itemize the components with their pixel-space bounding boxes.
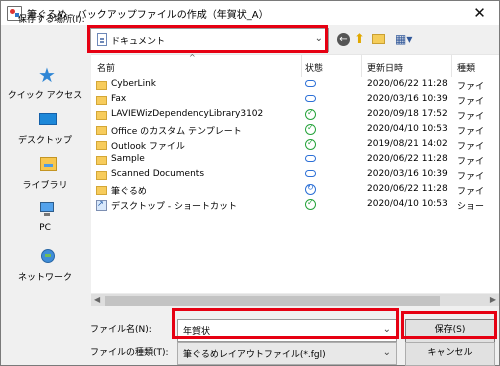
file-type-cell: ファイ <box>457 142 485 152</box>
scroll-left-icon[interactable]: ◀ <box>94 295 100 304</box>
file-name-cell: Office のカスタム テンプレート <box>111 127 242 137</box>
up-icon[interactable]: ⬆ <box>354 33 366 46</box>
file-name-cell: 筆ぐるめ <box>111 187 147 197</box>
sidebar-item-quick-access[interactable]: ★ クイック アクセス <box>1 63 89 104</box>
file-type-label: ファイルの種類(T): <box>90 348 169 358</box>
column-header-type[interactable]: 種類 <box>457 61 475 75</box>
pc-icon <box>38 201 60 219</box>
places-sidebar: ★ クイック アクセス デスクトップ ライブラリ PC ネットワーク <box>1 56 89 308</box>
file-name-cell: CyberLink <box>111 79 156 89</box>
network-icon <box>38 248 60 266</box>
file-name-cell: LAVIEWizDependencyLibrary3102 <box>111 109 264 119</box>
file-name-cell: Fax <box>111 94 127 104</box>
back-icon[interactable]: ← <box>337 33 350 46</box>
cloud-status-icon <box>305 170 316 177</box>
folder-icon <box>96 111 107 120</box>
file-list-view: ^ 名前 状態 更新日時 種類 CyberLink 2020/06/22 11:… <box>91 53 499 295</box>
sidebar-item-label: クイック アクセス <box>7 91 83 101</box>
file-name-cell: Scanned Documents <box>111 169 205 179</box>
modified-date-cell: 2020/03/16 10:39 <box>367 169 448 179</box>
cloud-status-icon <box>305 155 316 162</box>
sidebar-item-pc[interactable]: PC <box>1 201 89 239</box>
sidebar-item-library[interactable]: ライブラリ <box>1 156 89 194</box>
cancel-button[interactable]: キャンセル <box>405 342 495 366</box>
folder-icon <box>96 186 107 195</box>
modified-date-cell: 2020/04/10 10:53 <box>367 124 448 134</box>
close-button[interactable]: ✕ <box>460 1 499 25</box>
synced-status-icon <box>305 138 316 150</box>
column-header-status[interactable]: 状態 <box>305 61 323 75</box>
sidebar-item-label: ライブラリ <box>22 181 68 191</box>
cloud-status-icon <box>305 95 316 102</box>
shortcut-icon <box>96 199 107 211</box>
sort-ascending-icon: ^ <box>189 53 196 62</box>
table-row[interactable]: Fax 2020/03/16 10:39 ファイ <box>91 93 499 107</box>
cloud-status-icon <box>305 80 316 87</box>
file-type-cell: ファイ <box>457 112 485 122</box>
save-button-highlight-frame <box>401 311 497 339</box>
modified-date-cell: 2020/06/22 11:28 <box>367 154 448 164</box>
modified-date-cell: 2019/08/21 14:02 <box>367 139 448 149</box>
folder-icon <box>96 141 107 150</box>
file-type-cell: ファイ <box>457 97 485 107</box>
sidebar-item-label: ネットワーク <box>17 273 72 283</box>
sync-status-icon <box>305 183 316 195</box>
file-type-cell: ファイ <box>457 172 485 182</box>
modified-date-cell: 2020/06/22 11:28 <box>367 79 448 89</box>
file-name-cell: デスクトップ - ショートカット <box>111 202 237 212</box>
views-icon[interactable]: ▦▾ <box>395 32 417 47</box>
sidebar-item-label: PC <box>39 223 51 233</box>
library-icon <box>38 156 60 174</box>
chevron-down-icon[interactable]: ⌄ <box>383 347 391 358</box>
sidebar-item-network[interactable]: ネットワーク <box>1 248 89 286</box>
scroll-right-icon[interactable]: ▶ <box>490 295 496 304</box>
file-type-cell: ファイ <box>457 187 485 197</box>
column-divider[interactable] <box>361 55 362 77</box>
folder-icon <box>96 81 107 90</box>
scrollbar-thumb[interactable] <box>105 296 440 306</box>
file-name-cell: Sample <box>111 154 145 164</box>
file-type-cell: ショー <box>457 202 485 212</box>
synced-status-icon <box>305 123 316 135</box>
modified-date-cell: 2020/04/10 10:53 <box>367 199 448 209</box>
table-row[interactable]: 筆ぐるめ 2020/06/22 11:28 ファイ <box>91 183 499 197</box>
synced-status-icon <box>305 198 316 210</box>
synced-status-icon <box>305 108 316 120</box>
table-row[interactable]: デスクトップ - ショートカット 2020/04/10 10:53 ショー <box>91 198 499 212</box>
file-name-cell: Outlook ファイル <box>111 142 185 152</box>
table-row[interactable]: LAVIEWizDependencyLibrary3102 2020/09/18… <box>91 108 499 122</box>
folder-icon <box>96 126 107 135</box>
new-folder-icon[interactable] <box>372 34 385 44</box>
file-type-cell: ファイ <box>457 82 485 92</box>
modified-date-cell: 2020/06/22 11:28 <box>367 184 448 194</box>
folder-icon <box>96 156 107 165</box>
file-name-highlight-frame <box>172 308 399 339</box>
file-type-select[interactable]: 筆ぐるめレイアウトファイル(*.fgl) ⌄ <box>177 342 397 365</box>
column-divider[interactable] <box>301 55 302 77</box>
file-name-label: ファイル名(N): <box>90 325 152 335</box>
save-location-label: 保存する場所(I): <box>18 15 85 25</box>
sidebar-item-label: デスクトップ <box>17 136 72 146</box>
file-save-dialog: 筆ぐるめ - バックアップファイルの作成（年賀状_A） ✕ 保存する場所(I):… <box>0 0 500 366</box>
table-row[interactable]: Office のカスタム テンプレート 2020/04/10 10:53 ファイ <box>91 123 499 137</box>
column-header-modified[interactable]: 更新日時 <box>367 61 403 75</box>
table-row[interactable]: Outlook ファイル 2019/08/21 14:02 ファイ <box>91 138 499 152</box>
folder-icon <box>96 171 107 180</box>
file-type-cell: ファイ <box>457 127 485 137</box>
sidebar-item-desktop[interactable]: デスクトップ <box>1 111 89 149</box>
column-header-name[interactable]: 名前 <box>97 61 115 75</box>
modified-date-cell: 2020/03/16 10:39 <box>367 94 448 104</box>
table-row[interactable]: CyberLink 2020/06/22 11:28 ファイ <box>91 78 499 92</box>
location-highlight-frame <box>87 25 328 53</box>
table-row[interactable]: Scanned Documents 2020/03/16 10:39 ファイ <box>91 168 499 182</box>
star-icon: ★ <box>38 63 56 87</box>
file-type-value: 筆ぐるめレイアウトファイル(*.fgl) <box>183 350 326 360</box>
desktop-icon <box>38 111 60 129</box>
modified-date-cell: 2020/09/18 17:52 <box>367 109 448 119</box>
table-row[interactable]: Sample 2020/06/22 11:28 ファイ <box>91 153 499 167</box>
folder-icon <box>96 96 107 105</box>
file-type-cell: ファイ <box>457 157 485 167</box>
column-divider[interactable] <box>451 55 452 77</box>
